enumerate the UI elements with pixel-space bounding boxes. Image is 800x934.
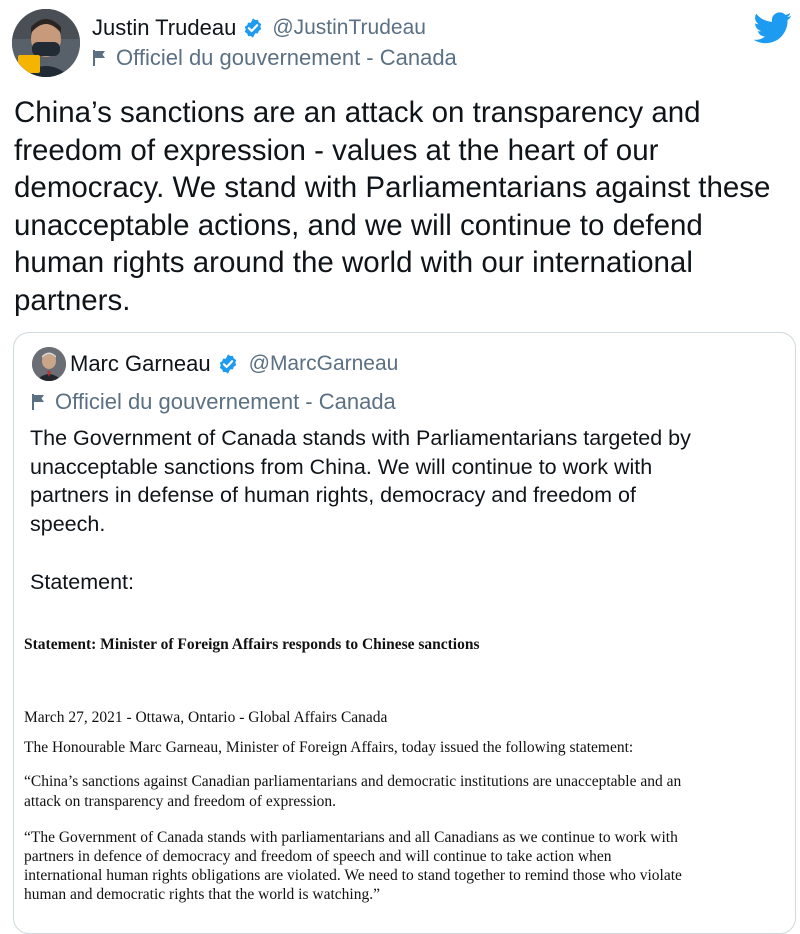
flag-icon: [32, 394, 44, 410]
twitter-bird-icon[interactable]: [754, 12, 792, 44]
quoted-author-avatar[interactable]: [32, 347, 66, 381]
author-avatar-image: [12, 9, 80, 77]
quoted-tweet-text: The Government of Canada stands with Par…: [30, 426, 691, 536]
verified-badge-icon: [245, 18, 262, 38]
verified-badge-icon: [219, 354, 236, 374]
quoted-author-name[interactable]: Marc Garneau: [70, 351, 211, 377]
quoted-tweet[interactable]: Marc Garneau @MarcGarneau Officiel du go…: [13, 332, 796, 934]
tweet-card: Justin Trudeau @JustinTrudeau Officiel d…: [0, 0, 800, 934]
quoted-avatar-image: [32, 347, 66, 381]
flag-icon: [93, 50, 105, 66]
author-gov-text: Officiel du gouvernement - Canada: [116, 45, 457, 70]
author-avatar[interactable]: [12, 9, 80, 77]
quoted-gov-text: Officiel du gouvernement - Canada: [55, 389, 396, 414]
document-dateline: March 27, 2021 - Ottawa, Ontario - Globa…: [24, 709, 388, 726]
document-title: Statement: Minister of Foreign Affairs r…: [24, 636, 480, 653]
author-name[interactable]: Justin Trudeau: [92, 15, 236, 41]
quoted-author-handle[interactable]: @MarcGarneau: [249, 352, 399, 376]
author-handle[interactable]: @JustinTrudeau: [272, 16, 426, 40]
quoted-gov-label: Officiel du gouvernement - Canada: [31, 388, 396, 416]
document-intro: The Honourable Marc Garneau, Minister of…: [24, 739, 634, 756]
document-paragraph-2: “The Government of Canada stands with pa…: [24, 829, 682, 903]
tweet-text: China’s sanctions are an attack on trans…: [14, 96, 771, 317]
document-paragraph-1: “China’s sanctions against Canadian parl…: [24, 773, 682, 810]
author-gov-label: Officiel du gouvernement - Canada: [92, 44, 457, 72]
quoted-statement-label: Statement:: [30, 570, 134, 594]
